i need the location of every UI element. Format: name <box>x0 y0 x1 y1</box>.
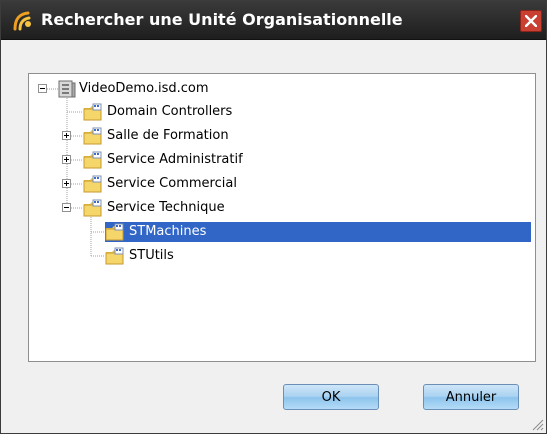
close-button[interactable] <box>520 10 542 32</box>
tree-collapse-toggle[interactable] <box>62 203 71 212</box>
folder-ou-icon <box>83 127 102 145</box>
tree-expand-toggle[interactable] <box>62 155 71 164</box>
ou-tree-view[interactable]: VideoDemo.isd.com Domain Controllers Sal… <box>28 73 536 362</box>
folder-ou-icon <box>83 103 102 121</box>
tree-item-stmachines[interactable]: STMachines <box>105 222 531 242</box>
tree-item-label: Service Technique <box>107 200 225 215</box>
tree-item-label: Salle de Formation <box>107 128 229 143</box>
tree-item-label: Service Commercial <box>107 176 237 191</box>
folder-ou-icon <box>83 175 102 193</box>
folder-ou-icon <box>105 247 124 265</box>
folder-ou-icon <box>83 151 102 169</box>
cancel-button[interactable]: Annuler <box>423 384 519 410</box>
dialog-window: Rechercher une Unité Organisationnelle V… <box>0 0 547 434</box>
tree-expand-toggle[interactable] <box>62 179 71 188</box>
folder-ou-icon <box>105 223 124 241</box>
tree-item-salle-formation[interactable]: Salle de Formation <box>83 126 283 146</box>
tree-item-service-administratif[interactable]: Service Administratif <box>83 150 303 170</box>
close-icon <box>525 15 537 27</box>
tree-item-service-commercial[interactable]: Service Commercial <box>83 174 303 194</box>
ok-button[interactable]: OK <box>283 384 379 410</box>
tree-item-label: Service Administratif <box>107 152 243 167</box>
tree-item-stutils[interactable]: STUtils <box>105 246 305 266</box>
tree-item-label: Domain Controllers <box>107 104 233 119</box>
dialog-title: Rechercher une Unité Organisationnelle <box>41 10 403 29</box>
tree-root-label[interactable]: VideoDemo.isd.com <box>79 79 209 99</box>
tree-collapse-toggle[interactable] <box>38 84 47 93</box>
folder-ou-icon <box>83 199 102 217</box>
tree-expand-toggle[interactable] <box>62 131 71 140</box>
server-icon <box>58 80 76 98</box>
tree-item-label: STMachines <box>129 224 207 239</box>
resize-grip-icon[interactable] <box>530 417 544 431</box>
tree-item-service-technique[interactable]: Service Technique <box>83 198 303 218</box>
tree-item-domain-controllers[interactable]: Domain Controllers <box>83 102 283 122</box>
tree-item-label: STUtils <box>129 248 174 263</box>
app-logo-icon <box>13 11 31 31</box>
title-bar[interactable]: Rechercher une Unité Organisationnelle <box>1 1 546 40</box>
